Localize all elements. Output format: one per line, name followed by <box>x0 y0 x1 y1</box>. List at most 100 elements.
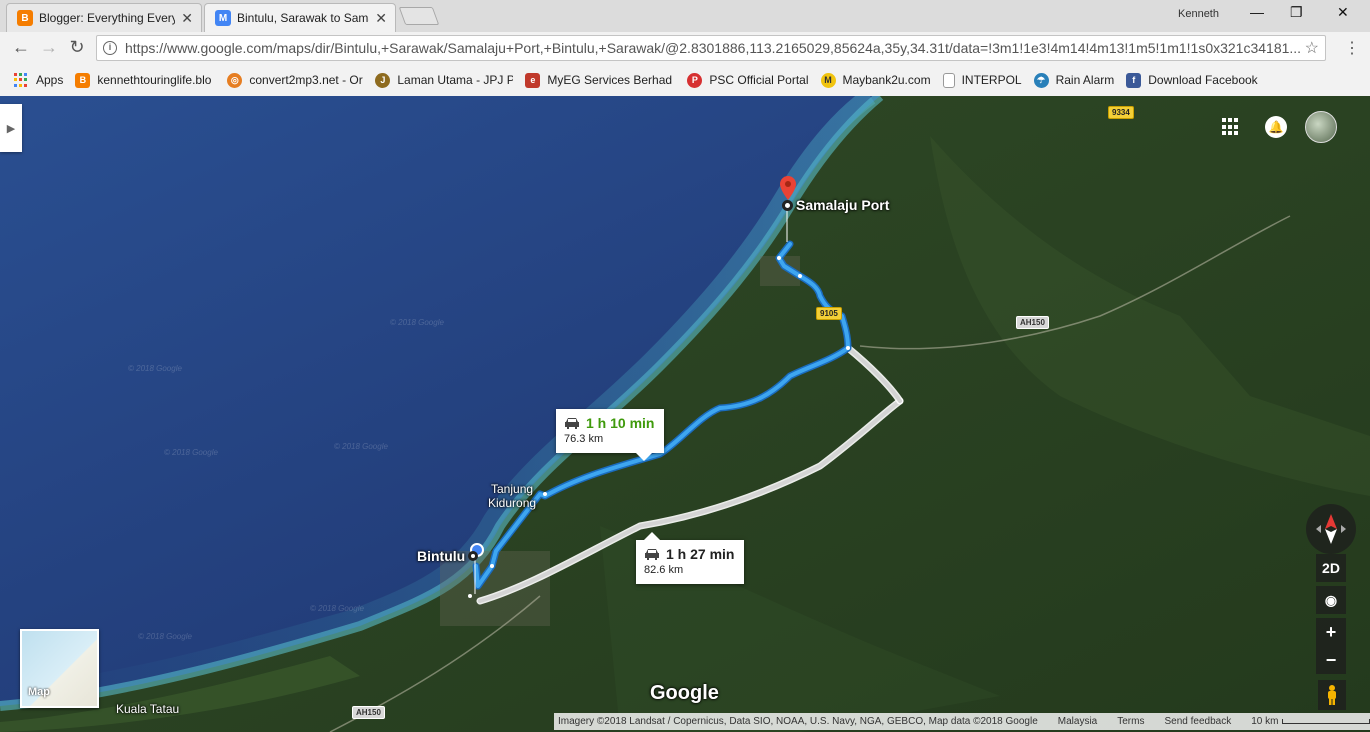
google-maps-icon: M <box>215 10 231 26</box>
route-shield: 9334 <box>1108 106 1134 119</box>
route-option-alternate[interactable]: 1 h 27 min 82.6 km <box>636 532 744 584</box>
origin-label[interactable]: Bintulu <box>417 548 465 564</box>
bookmark-myeg[interactable]: e MyEG Services Berhad <box>525 72 675 88</box>
maximize-button[interactable]: ❐ <box>1290 4 1303 21</box>
route-time: 1 h 27 min <box>666 546 735 562</box>
apps-grid-icon <box>14 73 28 87</box>
place-label-kuala-tatau[interactable]: Kuala Tatau <box>116 702 179 716</box>
bookmark-label: Laman Utama - JPJ Po <box>397 73 514 87</box>
maybank-icon: M <box>820 72 836 88</box>
psc-icon: P <box>687 72 703 88</box>
scale-bar <box>1282 719 1370 724</box>
attribution-bar: Imagery ©2018 Landsat / Copernicus, Data… <box>554 713 1370 730</box>
route-shield-9105: 9105 <box>816 307 842 320</box>
page-icon <box>942 72 955 88</box>
bookmark-psc[interactable]: P PSC Official Portal <box>687 72 809 88</box>
map-watermark: © 2018 Google <box>164 448 218 457</box>
map-watermark: © 2018 Google <box>138 632 192 641</box>
car-icon <box>565 418 579 429</box>
bookmarks-bar: Apps B kennethtouringlife.blo ◎ convert2… <box>0 66 1370 94</box>
google-logo: Google <box>650 682 719 704</box>
browser-menu-icon[interactable]: ⋮ <box>1344 38 1360 58</box>
account-avatar[interactable] <box>1305 111 1337 143</box>
browser-toolbar: ← → ↻ i https://www.google.com/maps/dir/… <box>0 32 1370 64</box>
new-tab-button[interactable] <box>398 7 440 25</box>
rain-alarm-icon: ☂ <box>1033 72 1049 88</box>
tab-maps[interactable]: M Bintulu, Sarawak to Sama ✕ <box>204 3 396 32</box>
bookmark-label: kennethtouringlife.blo <box>97 73 212 87</box>
country-label[interactable]: Malaysia <box>1058 716 1097 727</box>
scale-label[interactable]: 10 km <box>1251 716 1278 727</box>
bookmark-label: Rain Alarm <box>1055 73 1115 87</box>
facebook-icon: f <box>1126 72 1142 88</box>
map-watermark: © 2018 Google <box>390 318 444 327</box>
route-time: 1 h 10 min <box>586 415 655 431</box>
bookmark-label: Apps <box>36 73 64 87</box>
map-watermark: © 2018 Google <box>334 442 388 451</box>
close-icon[interactable]: ✕ <box>181 10 193 27</box>
blogger-icon: B <box>75 72 91 88</box>
map-type-label: Map <box>28 686 50 698</box>
reload-icon[interactable]: ↻ <box>66 37 88 58</box>
address-bar[interactable]: i https://www.google.com/maps/dir/Bintul… <box>96 35 1326 61</box>
bookmark-label: PSC Official Portal <box>709 73 809 87</box>
minimize-button[interactable]: — <box>1250 4 1264 20</box>
back-icon[interactable]: ← <box>10 37 32 58</box>
info-icon[interactable]: i <box>103 41 117 55</box>
bookmark-label: convert2mp3.net - Or <box>249 73 363 87</box>
bookmark-label: Maybank2u.com <box>842 73 931 87</box>
notifications-icon[interactable]: 🔔 <box>1265 116 1287 138</box>
bookmark-maybank[interactable]: M Maybank2u.com <box>820 72 931 88</box>
bookmark-label: Download Facebook <box>1148 73 1258 87</box>
route-option-primary[interactable]: 1 h 10 min 76.3 km <box>556 409 664 461</box>
bookmark-star-icon[interactable]: ☆ <box>1305 38 1319 58</box>
destination-label[interactable]: Samalaju Port <box>796 197 889 213</box>
tab-strip: B Blogger: Everything Every ✕ M Bintulu,… <box>0 0 1370 32</box>
bookmark-label: INTERPOL <box>961 73 1022 87</box>
my-location-icon[interactable]: ◉ <box>1316 586 1346 614</box>
bookmark-blogger[interactable]: B kennethtouringlife.blo <box>75 72 215 88</box>
bookmark-apps[interactable]: Apps <box>14 73 63 87</box>
map-watermark: © 2018 Google <box>310 604 364 613</box>
browser-chrome: B Blogger: Everything Every ✕ M Bintulu,… <box>0 0 1370 96</box>
route-shield-ah150: AH150 <box>352 706 385 719</box>
bookmark-interpol[interactable]: INTERPOL <box>942 72 1022 88</box>
terms-link[interactable]: Terms <box>1117 716 1144 727</box>
profile-name[interactable]: Kenneth <box>1178 8 1219 20</box>
zoom-in-button[interactable]: + <box>1316 618 1346 646</box>
tab-title: Blogger: Everything Every <box>39 11 176 25</box>
google-apps-icon[interactable] <box>1222 118 1240 136</box>
route-shield-ah150: AH150 <box>1016 316 1049 329</box>
tab-title: Bintulu, Sarawak to Sama <box>237 11 370 25</box>
bookmark-jpj[interactable]: J Laman Utama - JPJ Po <box>375 72 514 88</box>
destination-dot-icon <box>782 200 793 211</box>
bookmark-facebook[interactable]: f Download Facebook <box>1126 72 1258 88</box>
send-feedback-link[interactable]: Send feedback <box>1164 716 1231 727</box>
myeg-icon: e <box>525 72 541 88</box>
map-type-switcher[interactable]: Map <box>20 629 99 708</box>
close-window-button[interactable]: ✕ <box>1337 4 1349 21</box>
tab-blogger[interactable]: B Blogger: Everything Every ✕ <box>6 3 202 32</box>
convert-icon: ◎ <box>227 72 243 88</box>
bookmark-convert2mp3[interactable]: ◎ convert2mp3.net - Or <box>227 72 363 88</box>
car-icon <box>645 549 659 560</box>
place-label-tanjung-kidurong[interactable]: Tanjung Kidurong <box>488 482 536 510</box>
map-watermark: © 2018 Google <box>128 364 182 373</box>
url-text[interactable]: https://www.google.com/maps/dir/Bintulu,… <box>125 40 1305 56</box>
zoom-out-button[interactable]: − <box>1316 646 1346 674</box>
jpj-icon: J <box>375 72 391 88</box>
close-icon[interactable]: ✕ <box>375 10 387 27</box>
map-imagery <box>0 96 1370 732</box>
satellite-map[interactable]: © 2018 Google © 2018 Google © 2018 Googl… <box>0 96 1370 732</box>
expand-panel-button[interactable]: ▶ <box>0 104 22 152</box>
blogger-icon: B <box>17 10 33 26</box>
bookmark-rain-alarm[interactable]: ☂ Rain Alarm <box>1033 72 1115 88</box>
view-mode-toggle[interactable]: 2D <box>1316 554 1346 582</box>
imagery-attribution: Imagery ©2018 Landsat / Copernicus, Data… <box>558 716 1038 727</box>
route-distance: 82.6 km <box>644 564 684 576</box>
forward-icon[interactable]: → <box>38 37 60 58</box>
bookmark-label: MyEG Services Berhad <box>547 73 673 87</box>
origin-dot-icon <box>468 551 478 561</box>
pegman-icon[interactable] <box>1318 680 1346 710</box>
compass-icon[interactable] <box>1306 504 1356 554</box>
